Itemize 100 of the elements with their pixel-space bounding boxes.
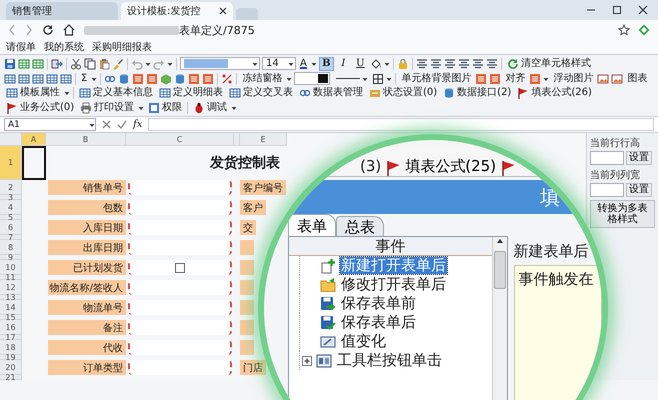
- percent-icon[interactable]: [221, 72, 234, 84]
- tree-item[interactable]: 保存表单后: [340, 314, 417, 331]
- input-field[interactable]: [128, 260, 232, 275]
- clear-format-button[interactable]: 清空单元格样式: [504, 56, 593, 70]
- input-field[interactable]: [128, 280, 232, 295]
- tree-item[interactable]: 保存表单前: [340, 295, 417, 312]
- picture-icon[interactable]: [611, 72, 624, 84]
- underline-button[interactable]: U: [352, 56, 368, 70]
- diamond-icon[interactable]: [638, 24, 650, 36]
- command-button[interactable]: 打印设置: [78, 101, 136, 115]
- align-icon[interactable]: [444, 58, 456, 70]
- cell-background-button[interactable]: 单元格背景图片: [399, 72, 474, 86]
- input-field[interactable]: [128, 180, 232, 195]
- database-icon[interactable]: [118, 72, 130, 84]
- input-field[interactable]: [128, 360, 232, 375]
- command-button[interactable]: 状态设置(0): [367, 86, 440, 100]
- align-icon[interactable]: [472, 58, 484, 70]
- picture-icon[interactable]: [597, 72, 610, 84]
- command-button[interactable]: 定义交叉表: [227, 86, 295, 100]
- table-icon[interactable]: [46, 72, 58, 84]
- command-button[interactable]: 权限: [146, 101, 184, 115]
- bookmark-link[interactable]: 请假单: [6, 40, 36, 54]
- reload-icon[interactable]: [42, 24, 54, 36]
- tree-item[interactable]: 工具栏按钮单击: [336, 352, 443, 369]
- browser-tab[interactable]: 设计模板:发货控: [121, 2, 233, 20]
- float-image-button[interactable]: 浮动图片: [551, 72, 596, 86]
- bookmark-link[interactable]: 我的系统: [44, 40, 84, 54]
- function-label[interactable]: fx: [133, 119, 142, 130]
- formula-field[interactable]: [148, 118, 654, 131]
- font-name-field[interactable]: [180, 57, 260, 70]
- check-icon[interactable]: [117, 120, 127, 129]
- tree-item[interactable]: 值变化: [340, 333, 387, 350]
- command-button[interactable]: 定义明细表: [157, 86, 225, 100]
- table-icon[interactable]: [18, 72, 30, 84]
- input-field[interactable]: [590, 183, 624, 197]
- command-button[interactable]: 业务公式(0): [4, 101, 76, 115]
- table-icon[interactable]: [489, 72, 502, 84]
- table-icon[interactable]: [188, 72, 200, 84]
- color-field[interactable]: [294, 72, 330, 85]
- tab[interactable]: 总表: [336, 216, 384, 236]
- exit-icon[interactable]: [51, 58, 63, 70]
- set-button[interactable]: 设置: [626, 151, 652, 165]
- tab[interactable]: 表单: [288, 214, 336, 236]
- table-icon[interactable]: [32, 58, 44, 70]
- align-icon[interactable]: [416, 58, 428, 70]
- formula-button[interactable]: 填表公式(25): [405, 156, 496, 176]
- brush-icon[interactable]: [112, 58, 124, 70]
- font-color-button[interactable]: A: [298, 56, 309, 70]
- database-icon[interactable]: [174, 72, 186, 84]
- command-button[interactable]: 填表公式(26): [515, 86, 594, 100]
- copy-icon[interactable]: [84, 58, 96, 70]
- input-field[interactable]: [590, 151, 624, 165]
- input-field[interactable]: [128, 200, 232, 215]
- tree-item[interactable]: 新建打开表单后: [340, 257, 447, 274]
- scroll-up-icon[interactable]: [496, 237, 504, 245]
- freeze-panes-button[interactable]: 冻结窗格: [240, 72, 284, 86]
- scissors-icon[interactable]: [70, 58, 82, 70]
- table-icon[interactable]: [475, 72, 488, 84]
- close-icon[interactable]: [219, 7, 227, 15]
- align-icon[interactable]: [458, 58, 470, 70]
- cell-name-field[interactable]: A1: [4, 118, 96, 131]
- star-icon[interactable]: [618, 24, 630, 36]
- checkbox[interactable]: [175, 262, 185, 272]
- command-button[interactable]: 数据表管理: [297, 86, 365, 100]
- close-icon[interactable]: [638, 5, 648, 15]
- align-icon[interactable]: [486, 58, 498, 70]
- set-button[interactable]: 设置: [626, 183, 652, 197]
- paste-icon[interactable]: [98, 58, 110, 70]
- home-icon[interactable]: [63, 24, 75, 36]
- bookmark-link[interactable]: 采购明细报表: [92, 40, 152, 54]
- italic-button[interactable]: I: [336, 56, 351, 70]
- flag-icon[interactable]: [386, 160, 400, 176]
- paint-bucket-icon[interactable]: [370, 58, 382, 70]
- browser-tab[interactable]: 销售管理: [6, 2, 118, 20]
- bold-button[interactable]: B: [318, 56, 334, 70]
- table-icon[interactable]: [202, 72, 214, 84]
- chart-button[interactable]: 图表: [625, 72, 650, 86]
- tree-item[interactable]: 修改打开表单后: [340, 276, 447, 293]
- command-button[interactable]: 模板属性: [4, 86, 62, 100]
- command-button[interactable]: 定义基本信息: [77, 86, 155, 100]
- command-button[interactable]: 数据接口(2): [441, 86, 514, 100]
- input-field[interactable]: [128, 320, 232, 335]
- input-field[interactable]: [128, 220, 232, 235]
- command-button[interactable]: 调试: [191, 101, 230, 115]
- description-text-area[interactable]: 事件触发在: [514, 265, 602, 400]
- convert-button[interactable]: 转换为多表格样式: [590, 200, 655, 228]
- lock-icon[interactable]: [396, 58, 409, 70]
- input-field[interactable]: [128, 240, 232, 255]
- align-icon[interactable]: [430, 58, 442, 70]
- borders-icon[interactable]: [372, 72, 384, 84]
- table-icon[interactable]: [32, 72, 44, 84]
- table-icon[interactable]: [4, 72, 16, 84]
- flag-icon[interactable]: [501, 160, 516, 176]
- table-icon[interactable]: [60, 72, 72, 84]
- input-field[interactable]: [128, 340, 232, 355]
- input-field[interactable]: [128, 300, 232, 315]
- sum-button[interactable]: Σ: [79, 72, 90, 86]
- expand-icon[interactable]: [302, 356, 312, 366]
- scrollbar-thumb[interactable]: [494, 251, 506, 289]
- table-icon[interactable]: [18, 58, 30, 70]
